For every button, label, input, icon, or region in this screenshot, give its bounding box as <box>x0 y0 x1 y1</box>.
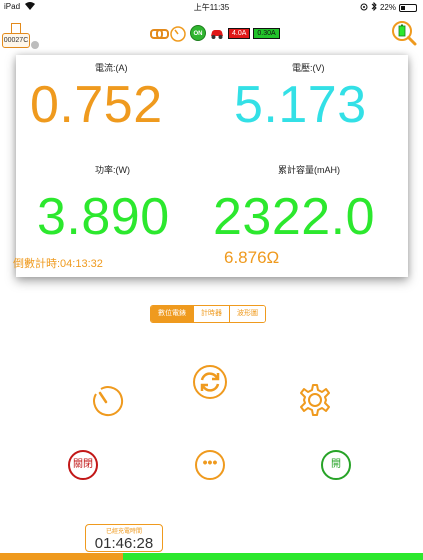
more-button[interactable]: ••• <box>195 450 225 480</box>
on-button[interactable]: 開 <box>321 450 351 480</box>
voltage-label: 電壓:(V) <box>292 63 325 73</box>
charge-time-label: 已經充電時間 <box>105 529 142 535</box>
device-id-button[interactable]: 00027C <box>2 20 32 50</box>
battery-percent: 22% <box>379 3 396 12</box>
current-limit-badge[interactable]: 4.0A <box>228 27 251 39</box>
power-label: 功率:(W) <box>95 165 130 175</box>
top-toolbar: ON 4.0A 0.30A <box>150 22 280 44</box>
capacity-value: 2322.0 <box>213 188 376 246</box>
tab-waveform[interactable]: 波形圖 <box>229 306 265 322</box>
stopwatch-icon <box>93 386 124 417</box>
meter-card: 電流:(A) 0.752 電壓:(V) 5.173 功率:(W) 3.890 累… <box>16 55 408 277</box>
gear-icon <box>300 384 330 416</box>
charge-progress-fill <box>0 553 123 560</box>
refresh-icon <box>193 365 227 399</box>
charge-time-box: 已經充電時間 01:46:28 <box>85 524 163 552</box>
device-id-label: 00027C <box>2 33 30 48</box>
car-icon[interactable] <box>209 27 225 39</box>
current-label: 電流:(A) <box>95 63 128 73</box>
location-icon <box>360 3 368 13</box>
link-icon[interactable] <box>150 29 169 39</box>
status-bar: iPad 上午11:35 22% <box>0 0 423 14</box>
current-min-badge[interactable]: 0.30A <box>253 27 280 39</box>
view-tabs: 數位電錶 計時器 波形圖 <box>150 305 266 323</box>
timer-button[interactable] <box>88 382 124 418</box>
tab-timer[interactable]: 計時器 <box>193 306 229 322</box>
charge-progress-bar <box>0 553 423 560</box>
voltage-value: 5.173 <box>234 76 367 134</box>
settings-button[interactable] <box>297 382 333 418</box>
power-value: 3.890 <box>37 188 170 246</box>
search-battery-icon[interactable] <box>391 20 417 46</box>
tab-digital-meter[interactable]: 數位電錶 <box>151 306 193 322</box>
battery-icon <box>399 3 417 12</box>
connection-status-dot <box>31 41 39 49</box>
countdown-timer: 倒數計時:04:13:32 <box>13 258 103 270</box>
resistance-value: 6.876Ω <box>224 248 280 267</box>
device-cap-icon <box>11 23 21 33</box>
current-value: 0.752 <box>30 76 163 134</box>
timer-icon[interactable] <box>169 24 187 42</box>
refresh-button[interactable] <box>192 364 228 400</box>
bluetooth-icon <box>371 1 377 13</box>
power-on-indicator[interactable]: ON <box>190 25 206 41</box>
charge-time-value: 01:46:28 <box>94 535 154 552</box>
off-button[interactable]: 關閉 <box>68 450 98 480</box>
capacity-label: 累計容量(mAH) <box>278 165 340 175</box>
